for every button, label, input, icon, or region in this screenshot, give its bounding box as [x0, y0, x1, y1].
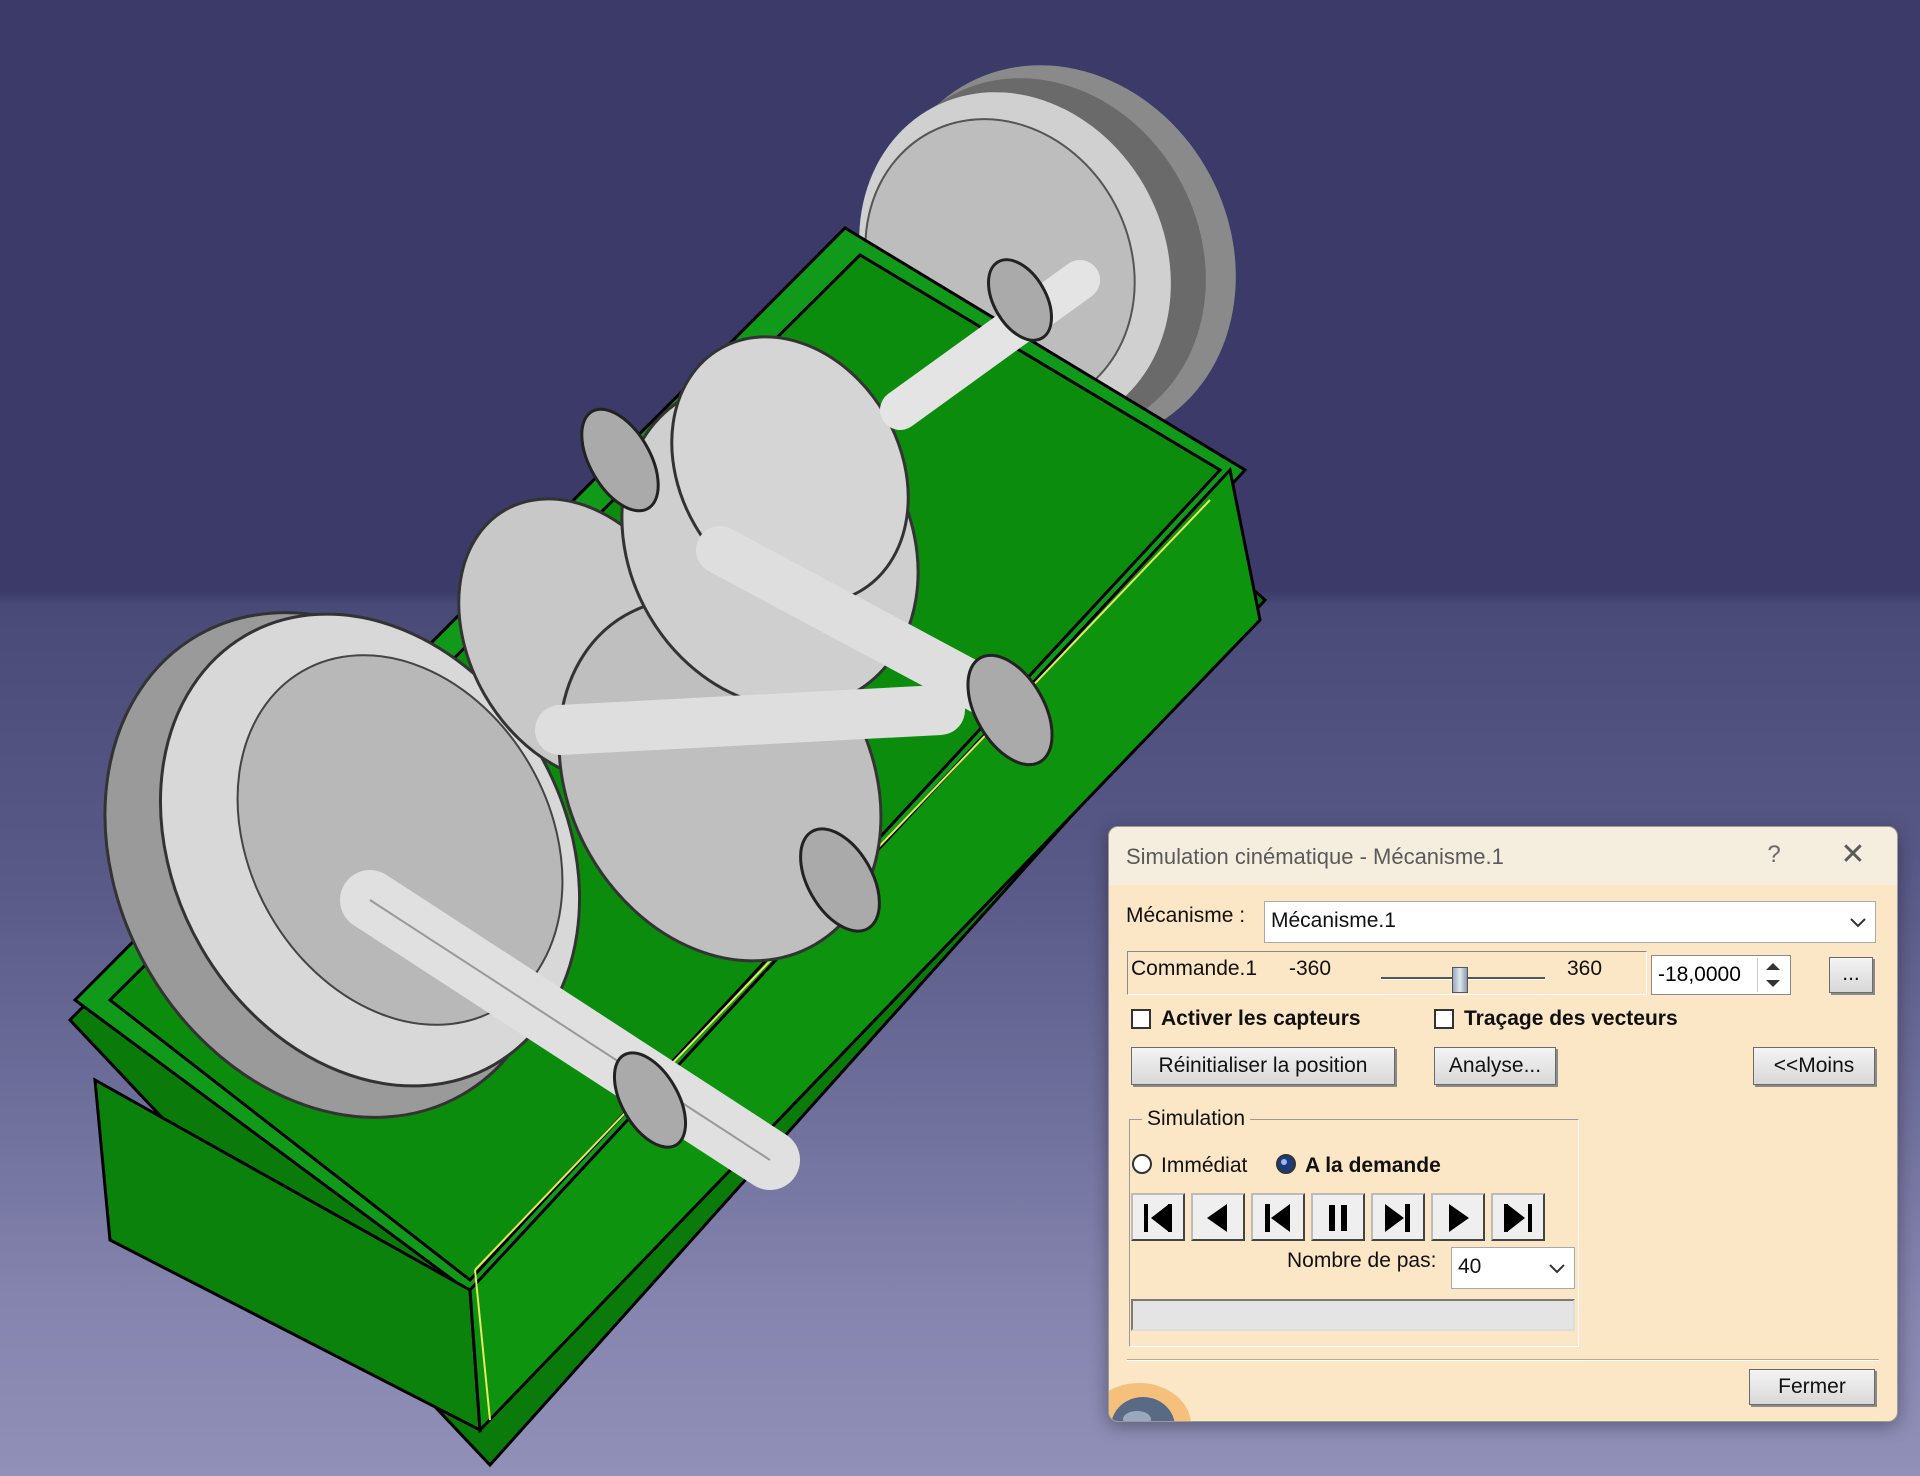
jump-to-start-icon: [1144, 1204, 1172, 1232]
pause-button[interactable]: [1311, 1193, 1365, 1241]
vector-trace-label: Traçage des vecteurs: [1464, 1007, 1678, 1030]
on-demand-label: A la demande: [1305, 1154, 1441, 1177]
command-value: -18,0000: [1658, 963, 1741, 986]
globe-icon: [1109, 1383, 1191, 1421]
spin-up-icon[interactable]: [1758, 958, 1788, 975]
mechanism-select[interactable]: Mécanisme.1: [1264, 901, 1876, 943]
pause-icon: [1329, 1205, 1347, 1231]
close-dialog-button[interactable]: Fermer: [1749, 1369, 1875, 1405]
mechanism-select-value: Mécanisme.1: [1271, 909, 1396, 932]
spin-buttons[interactable]: [1757, 958, 1788, 992]
steps-select[interactable]: 40: [1451, 1247, 1575, 1289]
command-max: 360: [1567, 957, 1603, 980]
activate-sensors-label: Activer les capteurs: [1161, 1007, 1361, 1030]
step-back-icon: [1207, 1204, 1227, 1232]
spin-down-icon[interactable]: [1758, 975, 1788, 992]
command-slider[interactable]: [1381, 967, 1545, 993]
mechanism-label: Mécanisme :: [1126, 904, 1246, 927]
command-min: -360: [1289, 957, 1332, 980]
dialog-title: Simulation cinématique - Mécanisme.1: [1126, 844, 1504, 869]
step-forward-icon: [1449, 1204, 1469, 1232]
on-demand-radio[interactable]: [1275, 1153, 1297, 1175]
simulation-group-label: Simulation: [1142, 1107, 1251, 1131]
immediate-radio[interactable]: [1131, 1153, 1153, 1175]
kinematic-simulation-dialog: Simulation cinématique - Mécanisme.1 ? ✕…: [1108, 826, 1898, 1422]
play-backward-button[interactable]: [1251, 1193, 1305, 1241]
play-forward-button[interactable]: [1371, 1193, 1425, 1241]
steps-label: Nombre de pas:: [1287, 1249, 1437, 1272]
chevron-down-icon: [1850, 918, 1866, 928]
step-back-button[interactable]: [1191, 1193, 1245, 1241]
command-options-button[interactable]: ...: [1829, 957, 1873, 993]
dialog-separator: [1127, 1359, 1879, 1361]
command-value-input[interactable]: -18,0000: [1651, 955, 1791, 995]
step-forward-button[interactable]: [1431, 1193, 1485, 1241]
immediate-label: Immédiat: [1161, 1154, 1248, 1177]
play-backward-icon: [1265, 1204, 1290, 1232]
activate-sensors-checkbox[interactable]: [1131, 1009, 1151, 1029]
jump-to-start-button[interactable]: [1131, 1193, 1185, 1241]
steps-select-value: 40: [1458, 1255, 1482, 1278]
less-button[interactable]: <<Moins: [1753, 1047, 1875, 1085]
vector-trace-checkbox[interactable]: [1434, 1009, 1454, 1029]
jump-to-end-icon: [1504, 1204, 1532, 1232]
slider-thumb[interactable]: [1452, 967, 1469, 993]
chevron-down-icon: [1549, 1264, 1565, 1274]
close-icon[interactable]: ✕: [1833, 837, 1873, 873]
play-forward-icon: [1385, 1204, 1410, 1232]
jump-to-end-button[interactable]: [1491, 1193, 1545, 1241]
reset-position-button[interactable]: Réinitialiser la position: [1131, 1047, 1395, 1085]
simulation-progress-bar: [1131, 1299, 1575, 1331]
dialog-titlebar[interactable]: Simulation cinématique - Mécanisme.1 ? ✕: [1109, 827, 1897, 885]
help-button[interactable]: ?: [1757, 837, 1791, 873]
analysis-button[interactable]: Analyse...: [1434, 1047, 1556, 1085]
command-name: Commande.1: [1131, 957, 1258, 980]
